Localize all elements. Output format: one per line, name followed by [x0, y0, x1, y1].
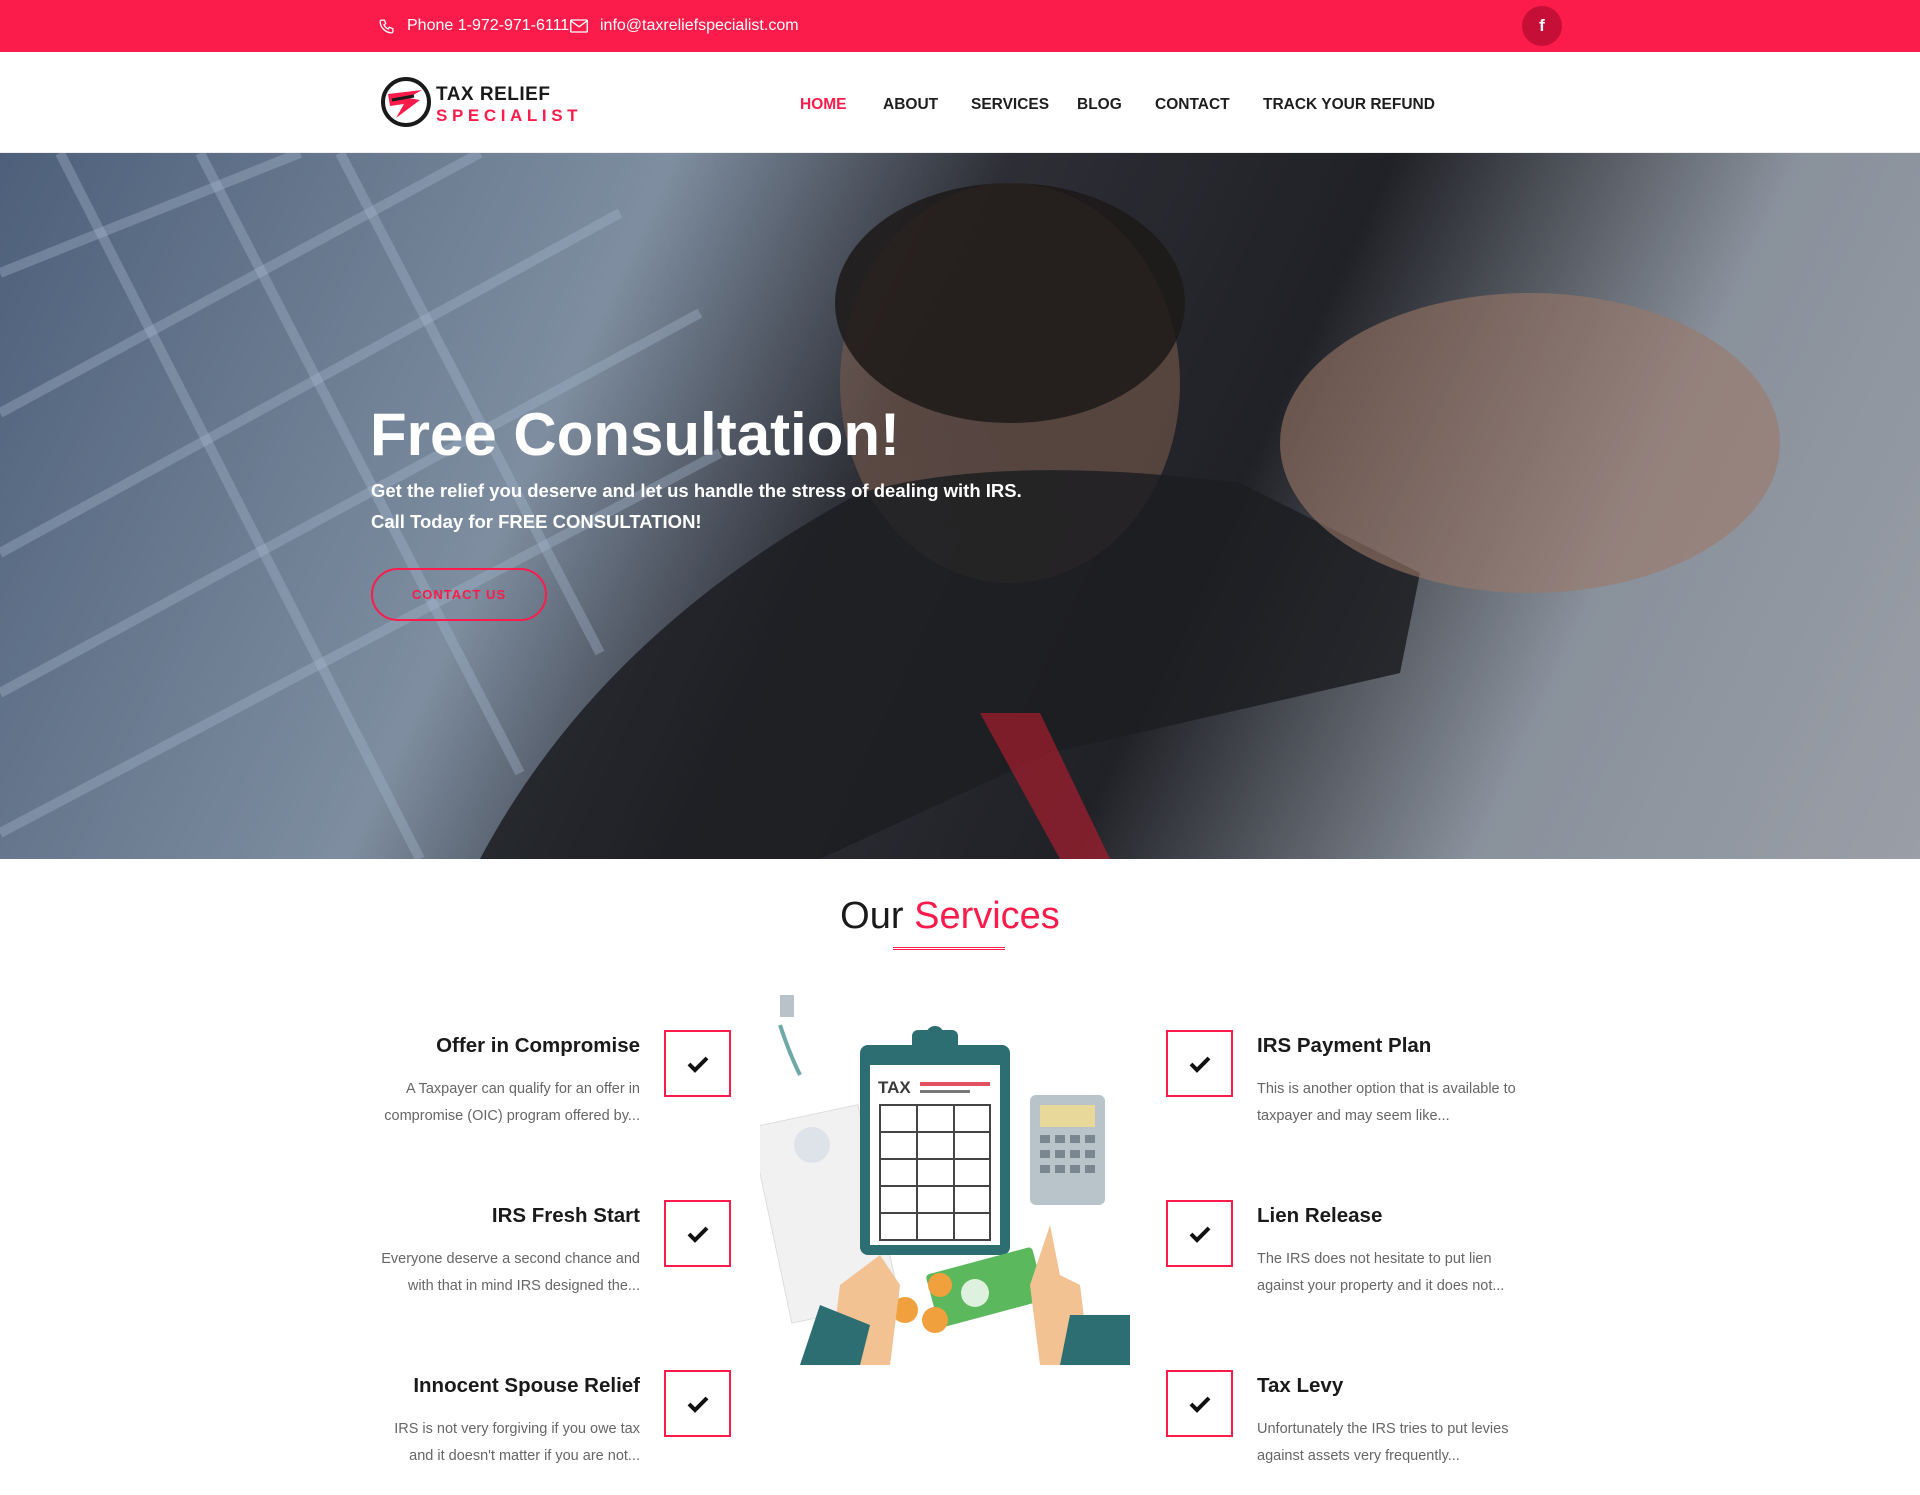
- email-text: info@taxreliefspecialist.com: [600, 17, 799, 34]
- envelope-icon: [570, 19, 588, 33]
- service-desc-innocent-spouse-relief: IRS is not very forgiving if you owe tax…: [394, 1416, 640, 1470]
- service-desc-line: This is another option that is available…: [1257, 1081, 1516, 1097]
- facebook-icon: f: [1539, 16, 1545, 35]
- service-desc-line: The IRS does not hesitate to put lien: [1257, 1251, 1492, 1267]
- service-desc-line: IRS is not very forgiving if you owe tax: [394, 1421, 640, 1437]
- services-heading-part2: Services: [914, 895, 1060, 937]
- service-check-irs-fresh-start[interactable]: [664, 1200, 731, 1267]
- service-desc-irs-fresh-start: Everyone deserve a second chance and wit…: [381, 1246, 640, 1300]
- service-title-offer-in-compromise[interactable]: Offer in Compromise: [436, 1034, 640, 1058]
- service-desc-line: against assets very frequently...: [1257, 1448, 1460, 1464]
- phone-contact[interactable]: Phone 1-972-971-6111: [378, 0, 569, 52]
- service-desc-line: taxpayer and may seem like...: [1257, 1108, 1450, 1124]
- service-title-tax-levy[interactable]: Tax Levy: [1257, 1374, 1343, 1398]
- facebook-button[interactable]: f: [1522, 6, 1562, 46]
- service-desc-line: compromise (OIC) program offered by...: [384, 1108, 640, 1124]
- services-heading-part1: Our: [840, 895, 904, 937]
- hero-banner: Free Consultation! Get the relief you de…: [0, 153, 1920, 859]
- service-title-irs-fresh-start[interactable]: IRS Fresh Start: [492, 1204, 640, 1228]
- hero-description: Get the relief you deserve and let us ha…: [371, 475, 1022, 537]
- site-header: TAX RELIEF SPECIALIST HOME ABOUT SERVICE…: [0, 52, 1920, 153]
- logo-mark-icon: [381, 77, 431, 127]
- checkmark-icon: [1189, 1056, 1210, 1073]
- service-check-lien-release[interactable]: [1166, 1200, 1233, 1267]
- service-check-innocent-spouse-relief[interactable]: [664, 1370, 731, 1437]
- top-bar: Phone 1-972-971-6111 info@taxreliefspeci…: [0, 0, 1920, 52]
- service-desc-line: with that in mind IRS designed the...: [407, 1278, 640, 1294]
- checkmark-icon: [687, 1226, 708, 1243]
- logo-subtitle: SPECIALIST: [436, 106, 583, 125]
- nav-home[interactable]: HOME: [800, 96, 847, 114]
- clipboard-tax-label: TAX: [878, 1078, 911, 1097]
- checkmark-icon: [687, 1396, 708, 1413]
- phone-icon: [379, 18, 394, 34]
- service-desc-line: Everyone deserve a second chance and: [381, 1251, 640, 1267]
- checkmark-icon: [1189, 1226, 1210, 1243]
- service-title-irs-payment-plan[interactable]: IRS Payment Plan: [1257, 1034, 1431, 1058]
- contact-us-button[interactable]: CONTACT US: [371, 568, 547, 621]
- checkmark-icon: [1189, 1396, 1210, 1413]
- tax-illustration: TAX: [760, 995, 1130, 1365]
- nav-contact[interactable]: CONTACT: [1155, 96, 1230, 114]
- logo-title: TAX RELIEF: [436, 84, 551, 105]
- service-desc-line: and it doesn't matter if you are not...: [409, 1448, 640, 1464]
- services-heading-underline: [893, 947, 1005, 950]
- nav-about[interactable]: ABOUT: [883, 96, 938, 114]
- service-title-lien-release[interactable]: Lien Release: [1257, 1204, 1382, 1228]
- service-desc-offer-in-compromise: A Taxpayer can qualify for an offer in c…: [384, 1076, 640, 1130]
- service-check-irs-payment-plan[interactable]: [1166, 1030, 1233, 1097]
- service-desc-line: against your property and it does not...: [1257, 1278, 1505, 1294]
- nav-track-refund[interactable]: TRACK YOUR REFUND: [1263, 96, 1435, 114]
- nav-blog[interactable]: BLOG: [1077, 96, 1122, 114]
- service-desc-line: Unfortunately the IRS tries to put levie…: [1257, 1421, 1509, 1437]
- site-logo[interactable]: TAX RELIEF SPECIALIST: [378, 72, 578, 134]
- service-desc-tax-levy: Unfortunately the IRS tries to put levie…: [1257, 1416, 1508, 1470]
- nav-services[interactable]: SERVICES: [971, 96, 1049, 114]
- checkmark-icon: [687, 1056, 708, 1073]
- hero-line-1: Get the relief you deserve and let us ha…: [371, 480, 1022, 501]
- phone-text: Phone 1-972-971-6111: [407, 17, 570, 34]
- hero-line-2: Call Today for FREE CONSULTATION!: [371, 511, 702, 532]
- service-title-innocent-spouse-relief[interactable]: Innocent Spouse Relief: [413, 1374, 640, 1398]
- service-check-tax-levy[interactable]: [1166, 1370, 1233, 1437]
- email-contact[interactable]: info@taxreliefspecialist.com: [570, 0, 799, 52]
- hero-title: Free Consultation!: [370, 401, 901, 468]
- service-desc-lien-release: The IRS does not hesitate to put lien ag…: [1257, 1246, 1504, 1300]
- service-desc-line: A Taxpayer can qualify for an offer in: [405, 1081, 640, 1097]
- service-check-offer-in-compromise[interactable]: [664, 1030, 731, 1097]
- services-heading: Our Services: [0, 895, 1900, 938]
- service-desc-irs-payment-plan: This is another option that is available…: [1257, 1076, 1516, 1130]
